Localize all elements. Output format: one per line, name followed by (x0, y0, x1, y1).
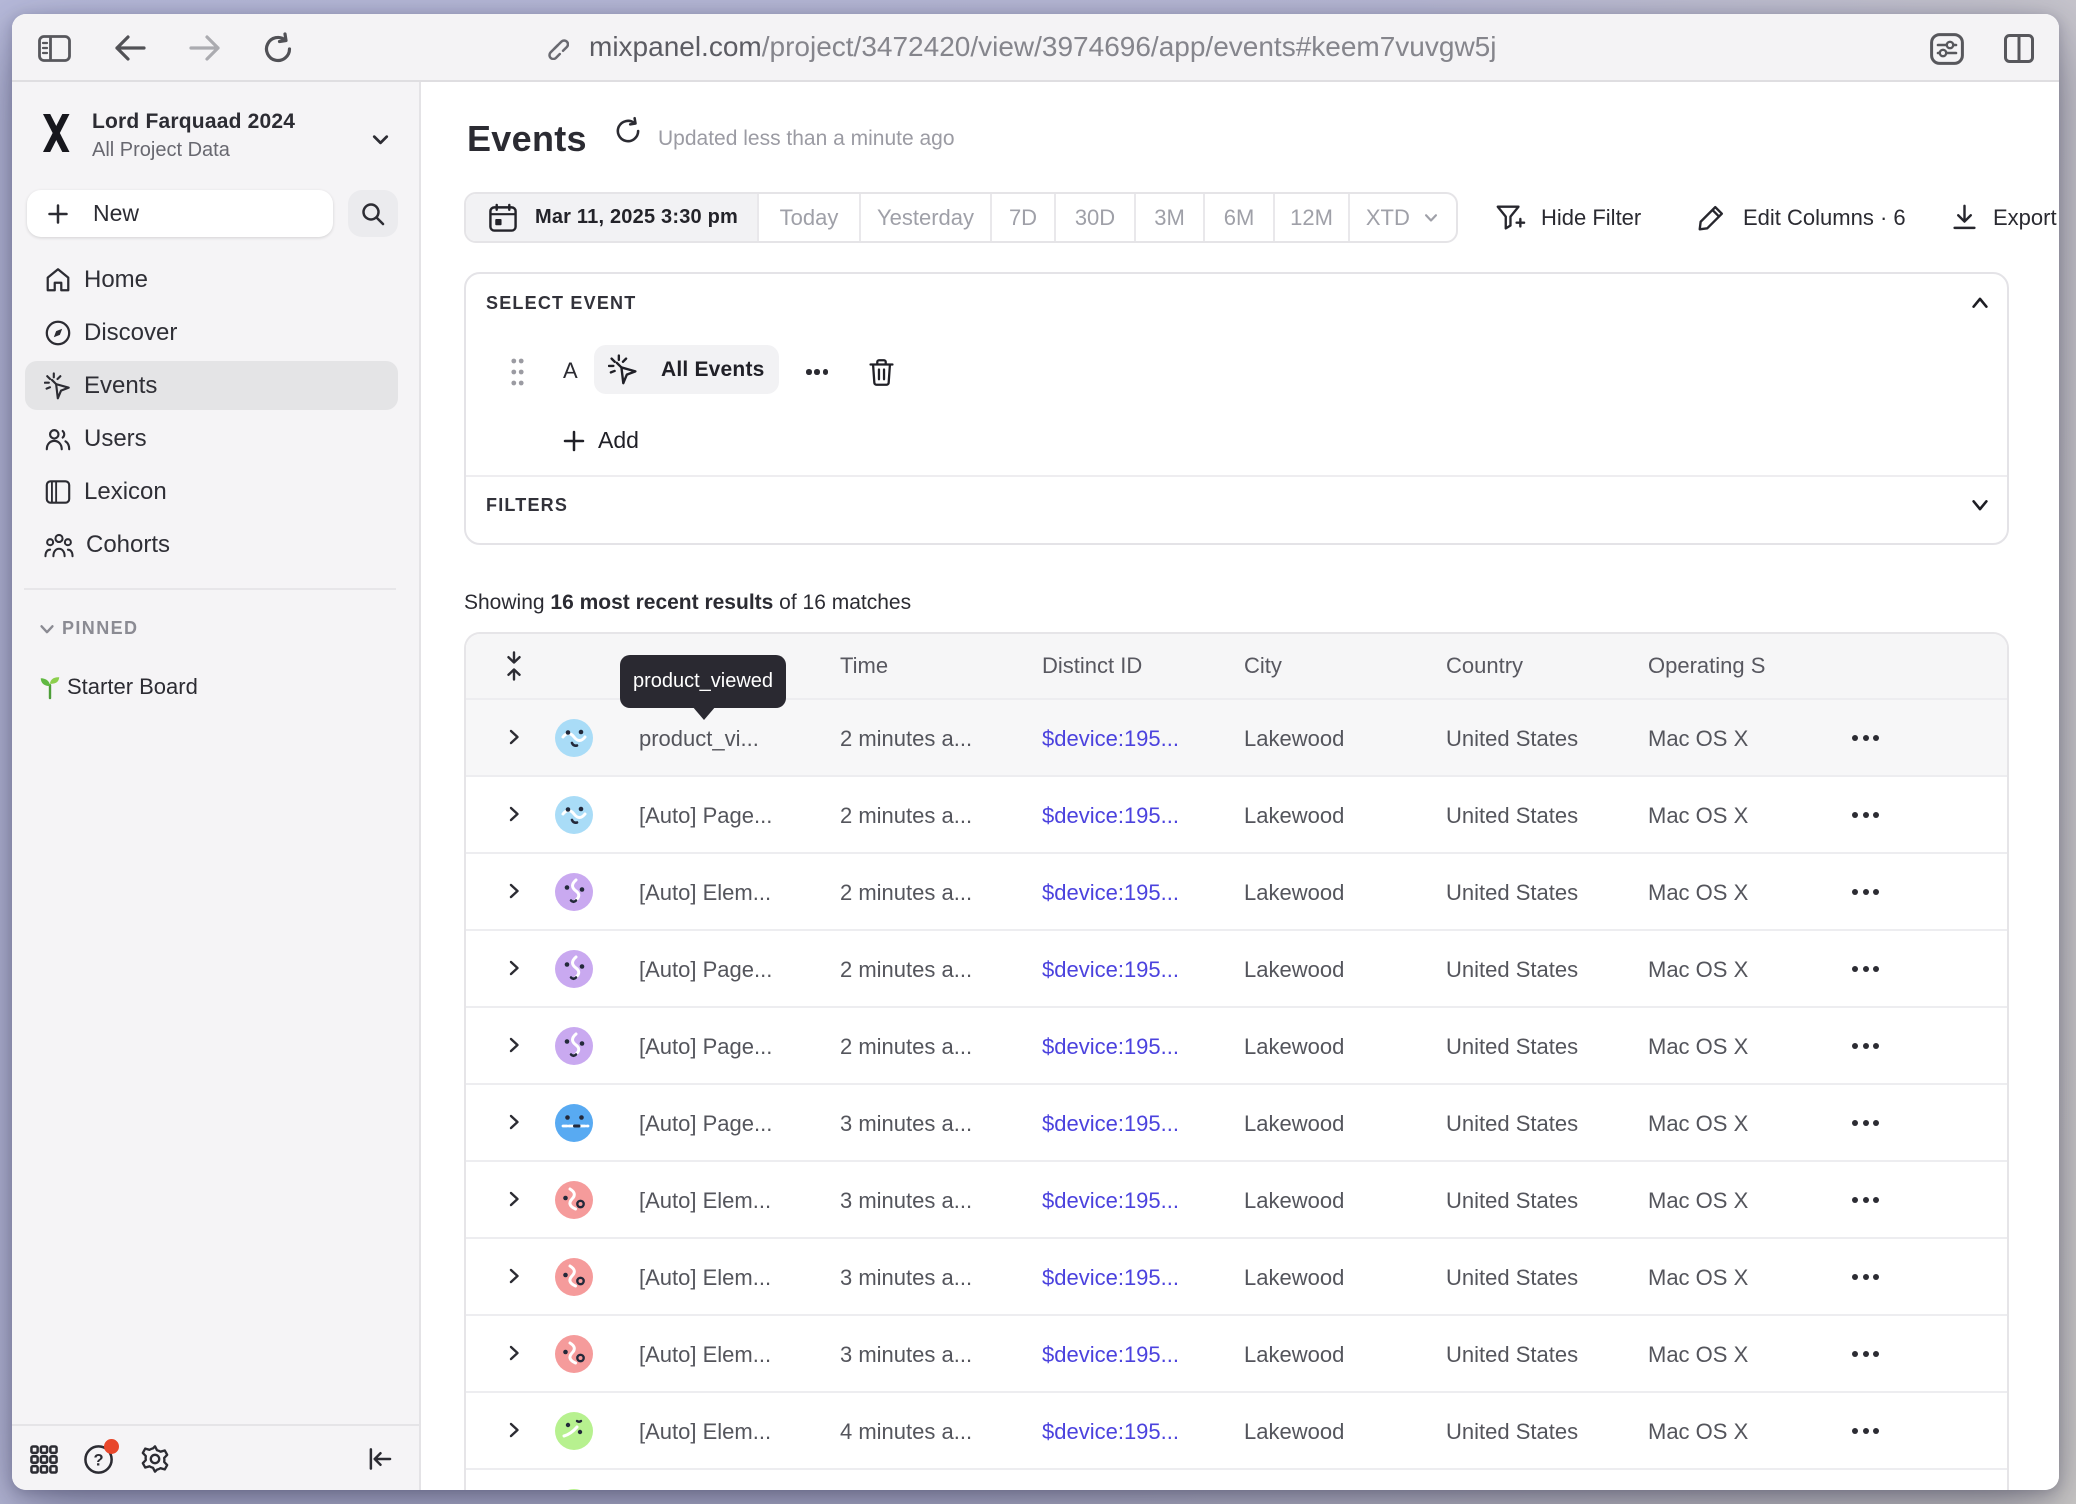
svg-text:?: ? (93, 1451, 103, 1469)
